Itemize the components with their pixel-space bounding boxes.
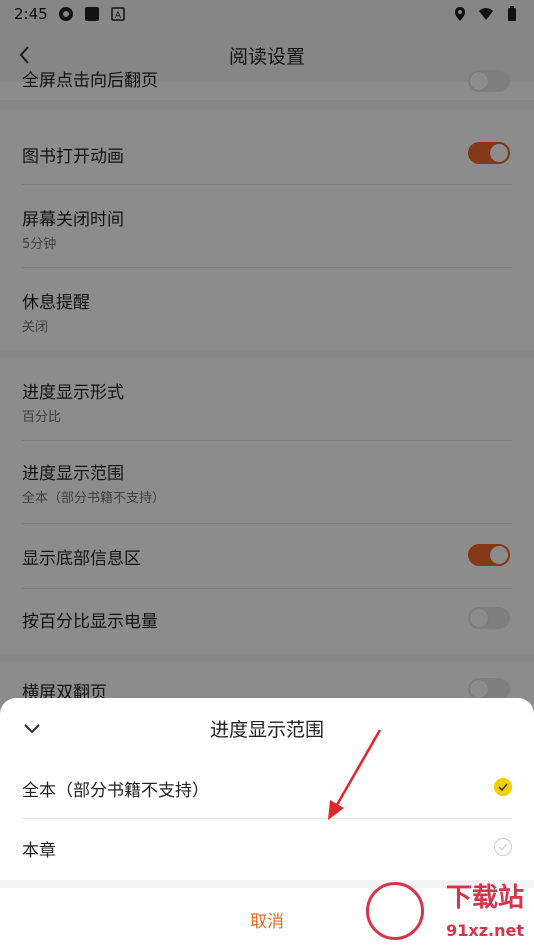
check-selected-icon — [494, 778, 512, 796]
option-label: 本章 — [22, 841, 56, 861]
option-chapter[interactable]: 本章 — [0, 820, 534, 876]
annotation-arrow-icon — [328, 729, 382, 820]
watermark-sub: 91xz.net — [446, 921, 524, 940]
option-label: 全本（部分书籍不支持） — [22, 781, 209, 801]
watermark-logo-icon — [366, 882, 424, 940]
watermark: 下载站 91xz.net — [366, 878, 526, 942]
option-full-book[interactable]: 全本（部分书籍不支持） — [0, 760, 534, 816]
check-unselected-icon — [494, 838, 512, 856]
cancel-label: 取消 — [250, 911, 284, 932]
watermark-main: 下载站 — [445, 883, 524, 913]
sheet-header: 进度显示范围 — [0, 698, 534, 758]
chevron-down-icon[interactable] — [20, 716, 44, 740]
divider — [22, 818, 512, 819]
